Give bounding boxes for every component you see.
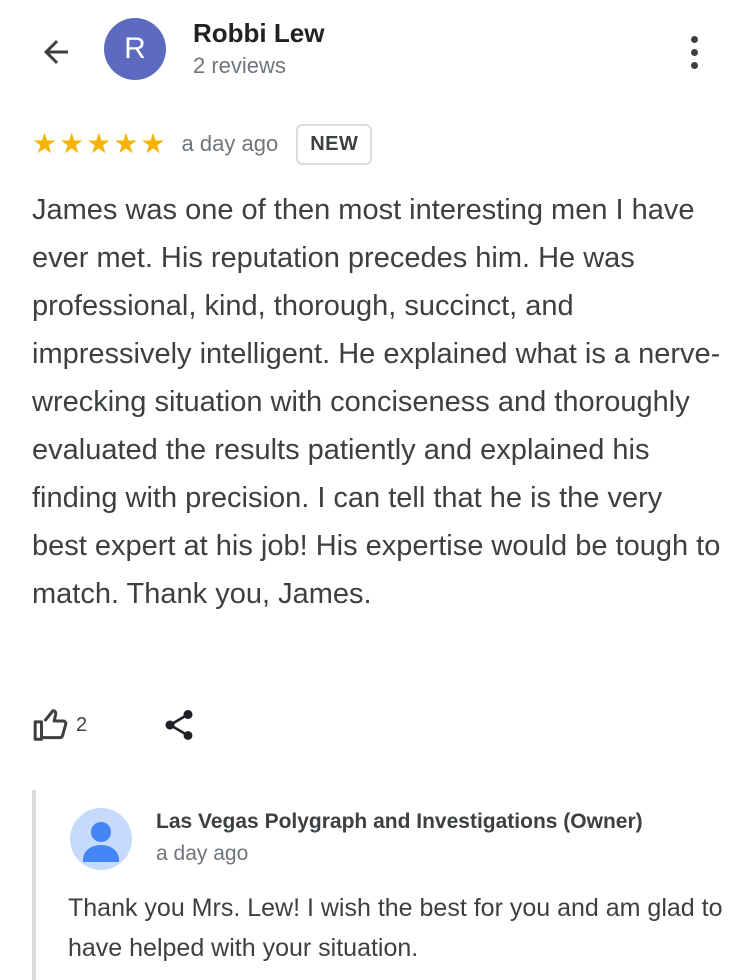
- avatar-initial: R: [124, 32, 146, 65]
- owner-avatar: [70, 808, 132, 870]
- share-button[interactable]: [158, 704, 200, 746]
- star-icon: ★: [32, 128, 58, 159]
- new-badge: NEW: [296, 123, 373, 165]
- reviewer-review-count: 2 reviews: [193, 53, 286, 78]
- review-page: R Robbi Lew 2 reviews ★ ★ ★ ★ ★ a day ag…: [0, 0, 750, 980]
- more-options-button[interactable]: [678, 28, 710, 76]
- owner-reply: Las Vegas Polygraph and Investigations (…: [32, 790, 736, 980]
- more-vertical-icon: [690, 35, 698, 43]
- star-icon: ★: [59, 128, 85, 159]
- star-icon: ★: [140, 128, 166, 159]
- like-count: 2: [76, 713, 88, 736]
- rating-row: ★ ★ ★ ★ ★ a day ago NEW: [32, 122, 373, 166]
- reply-time: a day ago: [156, 842, 249, 865]
- share-icon: [165, 710, 193, 740]
- review-text: James was one of then most interesting m…: [32, 194, 721, 610]
- reviewer-avatar[interactable]: R: [104, 18, 166, 80]
- like-button[interactable]: 2: [32, 704, 87, 746]
- owner-name: Las Vegas Polygraph and Investigations (…: [156, 810, 643, 833]
- back-button[interactable]: [34, 30, 78, 74]
- default-avatar-icon: [83, 822, 119, 862]
- star-rating: ★ ★ ★ ★ ★: [32, 130, 166, 158]
- arrow-back-icon: [44, 40, 68, 64]
- thumb-up-icon: [33, 709, 68, 741]
- reply-text: Thank you Mrs. Lew! I wish the best for …: [68, 894, 723, 962]
- reviewer-name[interactable]: Robbi Lew: [193, 18, 324, 49]
- star-icon: ★: [86, 128, 112, 159]
- review-time: a day ago: [181, 131, 279, 156]
- star-icon: ★: [113, 128, 139, 159]
